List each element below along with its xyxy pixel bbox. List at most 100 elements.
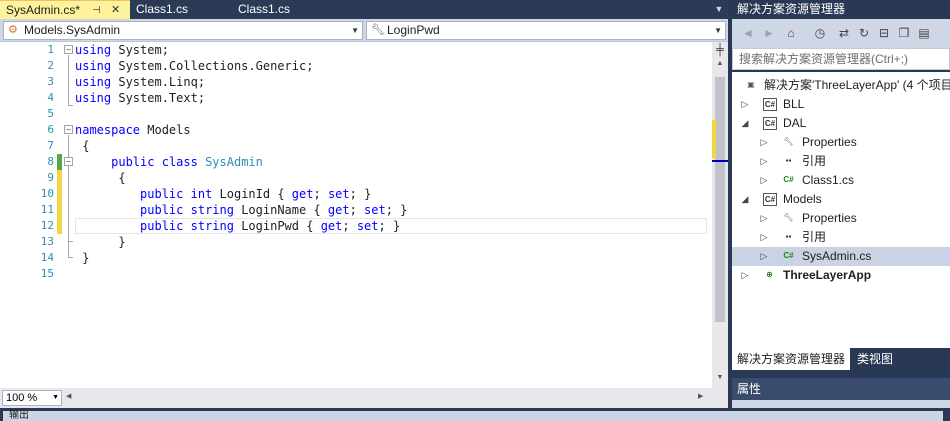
outline-guide-end xyxy=(68,105,73,106)
outlining-margin: − − − xyxy=(62,42,74,388)
expand-icon[interactable]: ▷ xyxy=(740,266,750,285)
outline-guide-end xyxy=(68,257,73,258)
csharp-file-icon: C# xyxy=(783,175,794,184)
code-line: public int LoginId { get; set; } xyxy=(140,187,372,201)
line-number: 13 xyxy=(40,235,54,248)
zoom-dropdown[interactable]: 100 % ▼ xyxy=(2,390,62,406)
scroll-left-icon[interactable]: ◀ xyxy=(66,392,71,400)
expand-icon[interactable]: ▷ xyxy=(759,152,769,171)
collapse-icon[interactable]: ◢ xyxy=(740,190,750,209)
output-panel-header[interactable]: 输出 xyxy=(3,411,943,421)
tree-item-sysadmin-cs[interactable]: ▷ C# SysAdmin.cs xyxy=(732,247,950,266)
outline-guide-end xyxy=(68,241,73,242)
tree-item-label: Properties xyxy=(802,211,857,225)
expand-icon[interactable]: ▷ xyxy=(759,228,769,247)
tab-label: SysAdmin.cs* xyxy=(6,3,81,17)
scroll-up-icon[interactable]: ▲ xyxy=(712,58,728,70)
line-number: 14 xyxy=(40,251,54,264)
search-placeholder: 搜索解决方案资源管理器(Ctrl+;) xyxy=(739,52,908,66)
properties-icon[interactable]: ▤ xyxy=(916,25,932,41)
wrench-icon: 🔧︎ xyxy=(371,24,385,36)
tab-sysadmin-cs[interactable]: SysAdmin.cs* ⊣ ✕ xyxy=(0,0,130,19)
navigation-bar: ⚙ Models.SysAdmin ▼ 🔧︎ LoginPwd ▼ xyxy=(0,19,728,42)
sync-icon[interactable]: ⇄ xyxy=(836,25,852,41)
tab-class1-cs[interactable]: Class1.cs xyxy=(130,0,230,19)
line-number-gutter: 1 2 3 4 5 6 7 8 9 10 11 12 13 14 15 xyxy=(0,42,56,388)
editor-bottom-bar: 100 % ▼ ◀ ▶ xyxy=(0,388,728,408)
tab-class-view[interactable]: 类视图 xyxy=(852,348,932,370)
class-icon: ⚙ xyxy=(8,24,18,36)
collapse-icon[interactable]: ◢ xyxy=(740,114,750,133)
line-number: 4 xyxy=(47,91,54,104)
scroll-thumb[interactable] xyxy=(715,77,725,322)
chevron-down-icon: ▼ xyxy=(714,26,722,35)
visual-studio-window: SysAdmin.cs* ⊣ ✕ Class1.cs Class1.cs ▼ ⚙… xyxy=(0,0,950,421)
chevron-down-icon: ▼ xyxy=(52,394,59,401)
code-line: public class SysAdmin xyxy=(111,155,263,169)
tree-item-solution[interactable]: ▣ 解决方案'ThreeLayerApp' (4 个项目) xyxy=(732,76,950,95)
code-line: } xyxy=(75,251,90,265)
expand-icon[interactable]: ▷ xyxy=(759,247,769,266)
tree-item-dal[interactable]: ◢ C# DAL xyxy=(732,114,950,133)
collapse-icon[interactable]: − xyxy=(64,45,73,54)
tree-item-models-references[interactable]: ▷ ▪▪ 引用 xyxy=(732,228,950,247)
tree-item-dal-properties[interactable]: ▷ 🔧︎ Properties xyxy=(732,133,950,152)
tree-item-models-properties[interactable]: ▷ 🔧︎ Properties xyxy=(732,209,950,228)
code-line: namespace Models xyxy=(75,123,191,137)
refresh-icon[interactable]: ↻ xyxy=(856,25,872,41)
tree-item-label: DAL xyxy=(783,116,807,130)
line-number: 2 xyxy=(47,59,54,72)
tab-label: Class1.cs xyxy=(238,2,291,16)
code-text-area[interactable]: 1 2 3 4 5 6 7 8 9 10 11 12 13 14 15 − − … xyxy=(0,42,712,388)
code-line: } xyxy=(75,235,126,249)
tree-item-label: 引用 xyxy=(802,230,827,244)
pin-icon[interactable]: ⊣ xyxy=(92,1,101,20)
expand-icon[interactable]: ▷ xyxy=(759,171,769,190)
expand-icon[interactable]: ▷ xyxy=(759,133,769,152)
tab-solution-explorer[interactable]: 解决方案资源管理器 xyxy=(732,348,850,370)
document-tab-strip: SysAdmin.cs* ⊣ ✕ Class1.cs Class1.cs ▼ xyxy=(0,0,728,19)
type-dropdown[interactable]: ⚙ Models.SysAdmin ▼ xyxy=(3,21,363,40)
expand-icon[interactable]: ▷ xyxy=(759,209,769,228)
line-number: 11 xyxy=(40,203,54,216)
csharp-project-icon: C# xyxy=(763,117,777,130)
tree-item-threelayerapp[interactable]: ▷ ⊕ ThreeLayerApp xyxy=(732,266,950,285)
forward-icon[interactable]: ► xyxy=(761,25,777,41)
chevron-down-icon[interactable]: ▼ xyxy=(712,2,726,17)
zoom-value: 100 % xyxy=(6,392,38,404)
chevron-down-icon: ▼ xyxy=(351,26,359,35)
copy-icon[interactable]: ❐ xyxy=(896,25,912,41)
solution-search-input[interactable]: 搜索解决方案资源管理器(Ctrl+;) xyxy=(732,48,950,70)
collapse-icon[interactable]: − xyxy=(64,157,73,166)
code-line: { xyxy=(75,171,126,185)
vertical-scrollbar[interactable]: ╪ ▲ ▼ xyxy=(712,42,728,388)
tree-item-class1-cs[interactable]: ▷ C# Class1.cs xyxy=(732,171,950,190)
tree-item-label: Class1.cs xyxy=(802,173,855,187)
collapse-all-icon[interactable]: ⊟ xyxy=(876,25,892,41)
outline-guide xyxy=(68,55,69,106)
solution-explorer-panel: 解决方案资源管理器 ◄ ► ⌂ ◷ ⇄ ↻ ⊟ ❐ ▤ 搜索解决方案资源管理器(… xyxy=(732,0,950,408)
wrench-icon: 🔧︎ xyxy=(783,213,794,222)
scroll-right-icon[interactable]: ▶ xyxy=(698,392,703,400)
home-icon[interactable]: ⌂ xyxy=(783,25,799,41)
close-icon[interactable]: ✕ xyxy=(111,1,120,20)
member-dropdown[interactable]: 🔧︎ LoginPwd ▼ xyxy=(366,21,726,40)
line-number: 7 xyxy=(47,139,54,152)
tree-item-bll[interactable]: ▷ C# BLL xyxy=(732,95,950,114)
properties-panel xyxy=(732,400,950,408)
split-window-icon[interactable]: ╪ xyxy=(714,43,726,57)
line-number: 5 xyxy=(47,107,54,120)
expand-icon[interactable]: ▷ xyxy=(740,95,750,114)
code-line: using System.Collections.Generic; xyxy=(75,59,314,73)
collapse-icon[interactable]: − xyxy=(64,125,73,134)
csharp-project-icon: C# xyxy=(763,98,777,111)
tree-item-models[interactable]: ◢ C# Models xyxy=(732,190,950,209)
tab-label: Class1.cs xyxy=(136,2,189,16)
back-icon[interactable]: ◄ xyxy=(740,25,756,41)
outline-guide xyxy=(68,167,69,242)
tree-item-dal-references[interactable]: ▷ ▪▪ 引用 xyxy=(732,152,950,171)
scroll-down-icon[interactable]: ▼ xyxy=(712,372,728,384)
history-icon[interactable]: ◷ xyxy=(812,25,828,41)
tab-class1-cs-2[interactable]: Class1.cs xyxy=(232,0,332,19)
solution-icon: ▣ xyxy=(747,80,755,89)
